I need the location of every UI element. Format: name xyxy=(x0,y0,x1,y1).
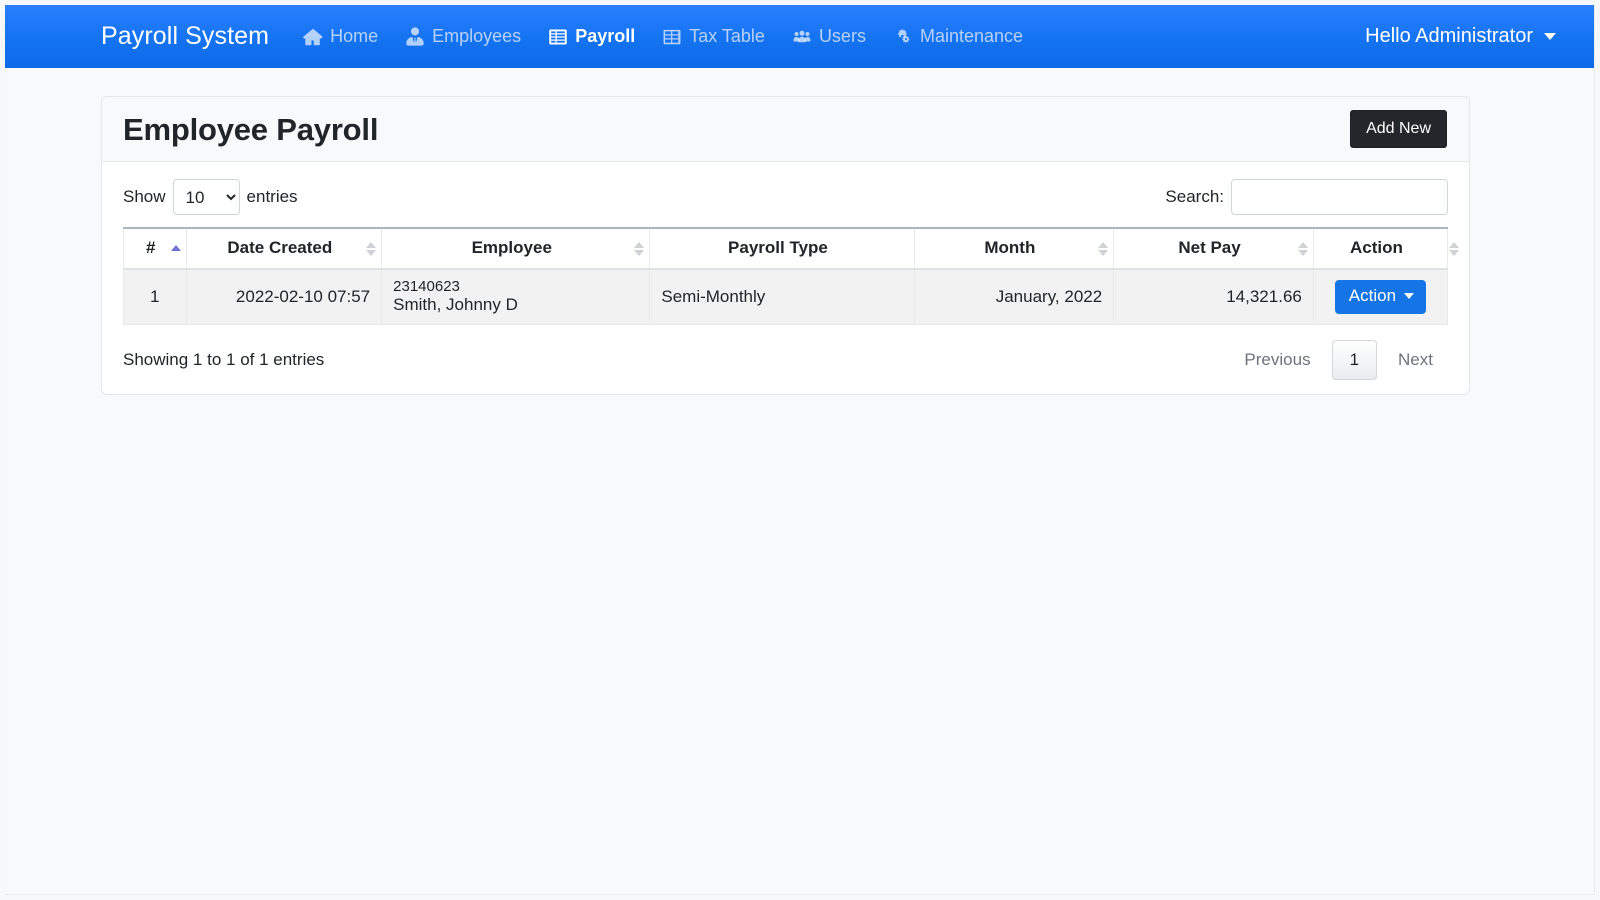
nav-items: Home Employees Payroll Tax Table Users M… xyxy=(303,26,1365,47)
search-label: Search: xyxy=(1165,187,1224,206)
entries-info: Showing 1 to 1 of 1 entries xyxy=(123,349,325,369)
column-header-month-label: Month xyxy=(984,238,1036,257)
column-header-net-pay[interactable]: Net Pay xyxy=(1113,227,1314,270)
nav-item-tax-table-label: Tax Table xyxy=(689,26,765,46)
users-icon xyxy=(792,27,812,47)
entries-per-page-select[interactable]: 10 25 50 100 xyxy=(172,179,240,215)
nav-item-payroll-label: Payroll xyxy=(575,26,636,46)
cell-action: Action xyxy=(1312,269,1449,325)
gears-icon xyxy=(893,27,913,47)
chevron-down-icon xyxy=(1404,293,1415,300)
cell-index: 1 xyxy=(123,269,187,325)
search-control: Search: xyxy=(1165,179,1448,215)
payroll-table: # Date Created Employee Payroll Type Mon… xyxy=(123,227,1459,325)
datatable-controls: Show 10 25 50 100 entries Search: xyxy=(123,179,1448,215)
user-menu-label: Hello Administrator xyxy=(1365,25,1533,47)
add-new-button[interactable]: Add New xyxy=(1350,110,1447,148)
search-input[interactable] xyxy=(1231,179,1448,215)
sort-ascending-icon xyxy=(170,240,181,258)
column-header-index[interactable]: # xyxy=(123,227,187,270)
nav-item-home[interactable]: Home xyxy=(303,26,378,47)
entries-length-control: Show 10 25 50 100 entries xyxy=(123,179,298,215)
cell-payroll-type: Semi-Monthly xyxy=(649,269,915,325)
nav-item-users[interactable]: Users xyxy=(792,26,866,47)
cell-net-pay: 14,321.66 xyxy=(1113,269,1314,325)
column-header-payroll-type[interactable]: Payroll Type xyxy=(649,227,915,270)
column-header-net-pay-label: Net Pay xyxy=(1178,238,1241,257)
cell-date-created: 2022-02-10 07:57 xyxy=(185,269,382,325)
sort-both-icon xyxy=(1449,240,1459,258)
chevron-down-icon xyxy=(1544,33,1556,40)
column-header-date-created[interactable]: Date Created xyxy=(185,227,382,270)
nav-item-payroll[interactable]: Payroll xyxy=(548,26,635,47)
show-label: Show xyxy=(123,187,166,206)
nav-item-home-label: Home xyxy=(330,26,379,46)
column-header-employee[interactable]: Employee xyxy=(381,227,650,270)
column-header-action-label: Action xyxy=(1349,238,1403,257)
nav-item-employees[interactable]: Employees xyxy=(405,26,521,47)
payroll-card: Employee Payroll Add New Show 10 25 50 1… xyxy=(101,96,1470,396)
employee-id: 23140623 xyxy=(393,278,460,295)
datatable-footer: Showing 1 to 1 of 1 entries Previous 1 N… xyxy=(123,325,1448,381)
pagination-page-1[interactable]: 1 xyxy=(1331,339,1378,381)
app-window: Payroll System Home Employees Payroll Ta… xyxy=(5,5,1595,895)
column-header-employee-label: Employee xyxy=(471,238,552,257)
row-action-label: Action xyxy=(1348,286,1397,306)
table-header-row: # Date Created Employee Payroll Type Mon… xyxy=(123,227,1459,270)
row-action-dropdown-button[interactable]: Action xyxy=(1334,280,1427,314)
home-icon xyxy=(303,27,324,47)
nav-item-maintenance-label: Maintenance xyxy=(919,26,1024,46)
top-navbar: Payroll System Home Employees Payroll Ta… xyxy=(5,5,1594,68)
nav-item-maintenance[interactable]: Maintenance xyxy=(893,26,1023,47)
entries-label: entries xyxy=(246,187,298,206)
sort-both-icon xyxy=(366,240,377,258)
column-header-month[interactable]: Month xyxy=(913,227,1114,270)
pagination-next[interactable]: Next xyxy=(1383,340,1448,380)
user-menu[interactable]: Hello Administrator xyxy=(1365,25,1556,48)
column-header-action[interactable]: Action xyxy=(1312,227,1459,270)
user-tie-icon xyxy=(405,26,425,47)
table-row[interactable]: 1 2022-02-10 07:57 23140623 Smith, Johnn… xyxy=(123,269,1449,325)
brand-title[interactable]: Payroll System xyxy=(101,22,269,51)
page-title: Employee Payroll xyxy=(123,111,379,147)
main-content: Employee Payroll Add New Show 10 25 50 1… xyxy=(5,68,1594,396)
cell-month: January, 2022 xyxy=(913,269,1114,325)
table-grid-icon xyxy=(662,27,682,47)
cell-employee: 23140623 Smith, Johnny D xyxy=(381,269,650,325)
column-header-index-label: # xyxy=(146,238,156,257)
sort-both-icon xyxy=(1098,240,1109,258)
nav-item-tax-table[interactable]: Tax Table xyxy=(662,26,765,47)
table-list-icon xyxy=(548,27,568,47)
nav-item-employees-label: Employees xyxy=(432,26,522,46)
card-header: Employee Payroll Add New xyxy=(102,97,1469,162)
sort-both-icon xyxy=(1297,240,1308,258)
column-header-payroll-type-label: Payroll Type xyxy=(728,238,828,257)
pagination: Previous 1 Next xyxy=(1229,339,1448,381)
employee-name: Smith, Johnny D xyxy=(393,295,518,315)
column-header-date-created-label: Date Created xyxy=(227,238,333,257)
nav-item-users-label: Users xyxy=(818,26,866,46)
card-body: Show 10 25 50 100 entries Search: xyxy=(102,162,1469,394)
sort-both-icon xyxy=(634,240,645,258)
pagination-previous[interactable]: Previous xyxy=(1229,340,1325,380)
